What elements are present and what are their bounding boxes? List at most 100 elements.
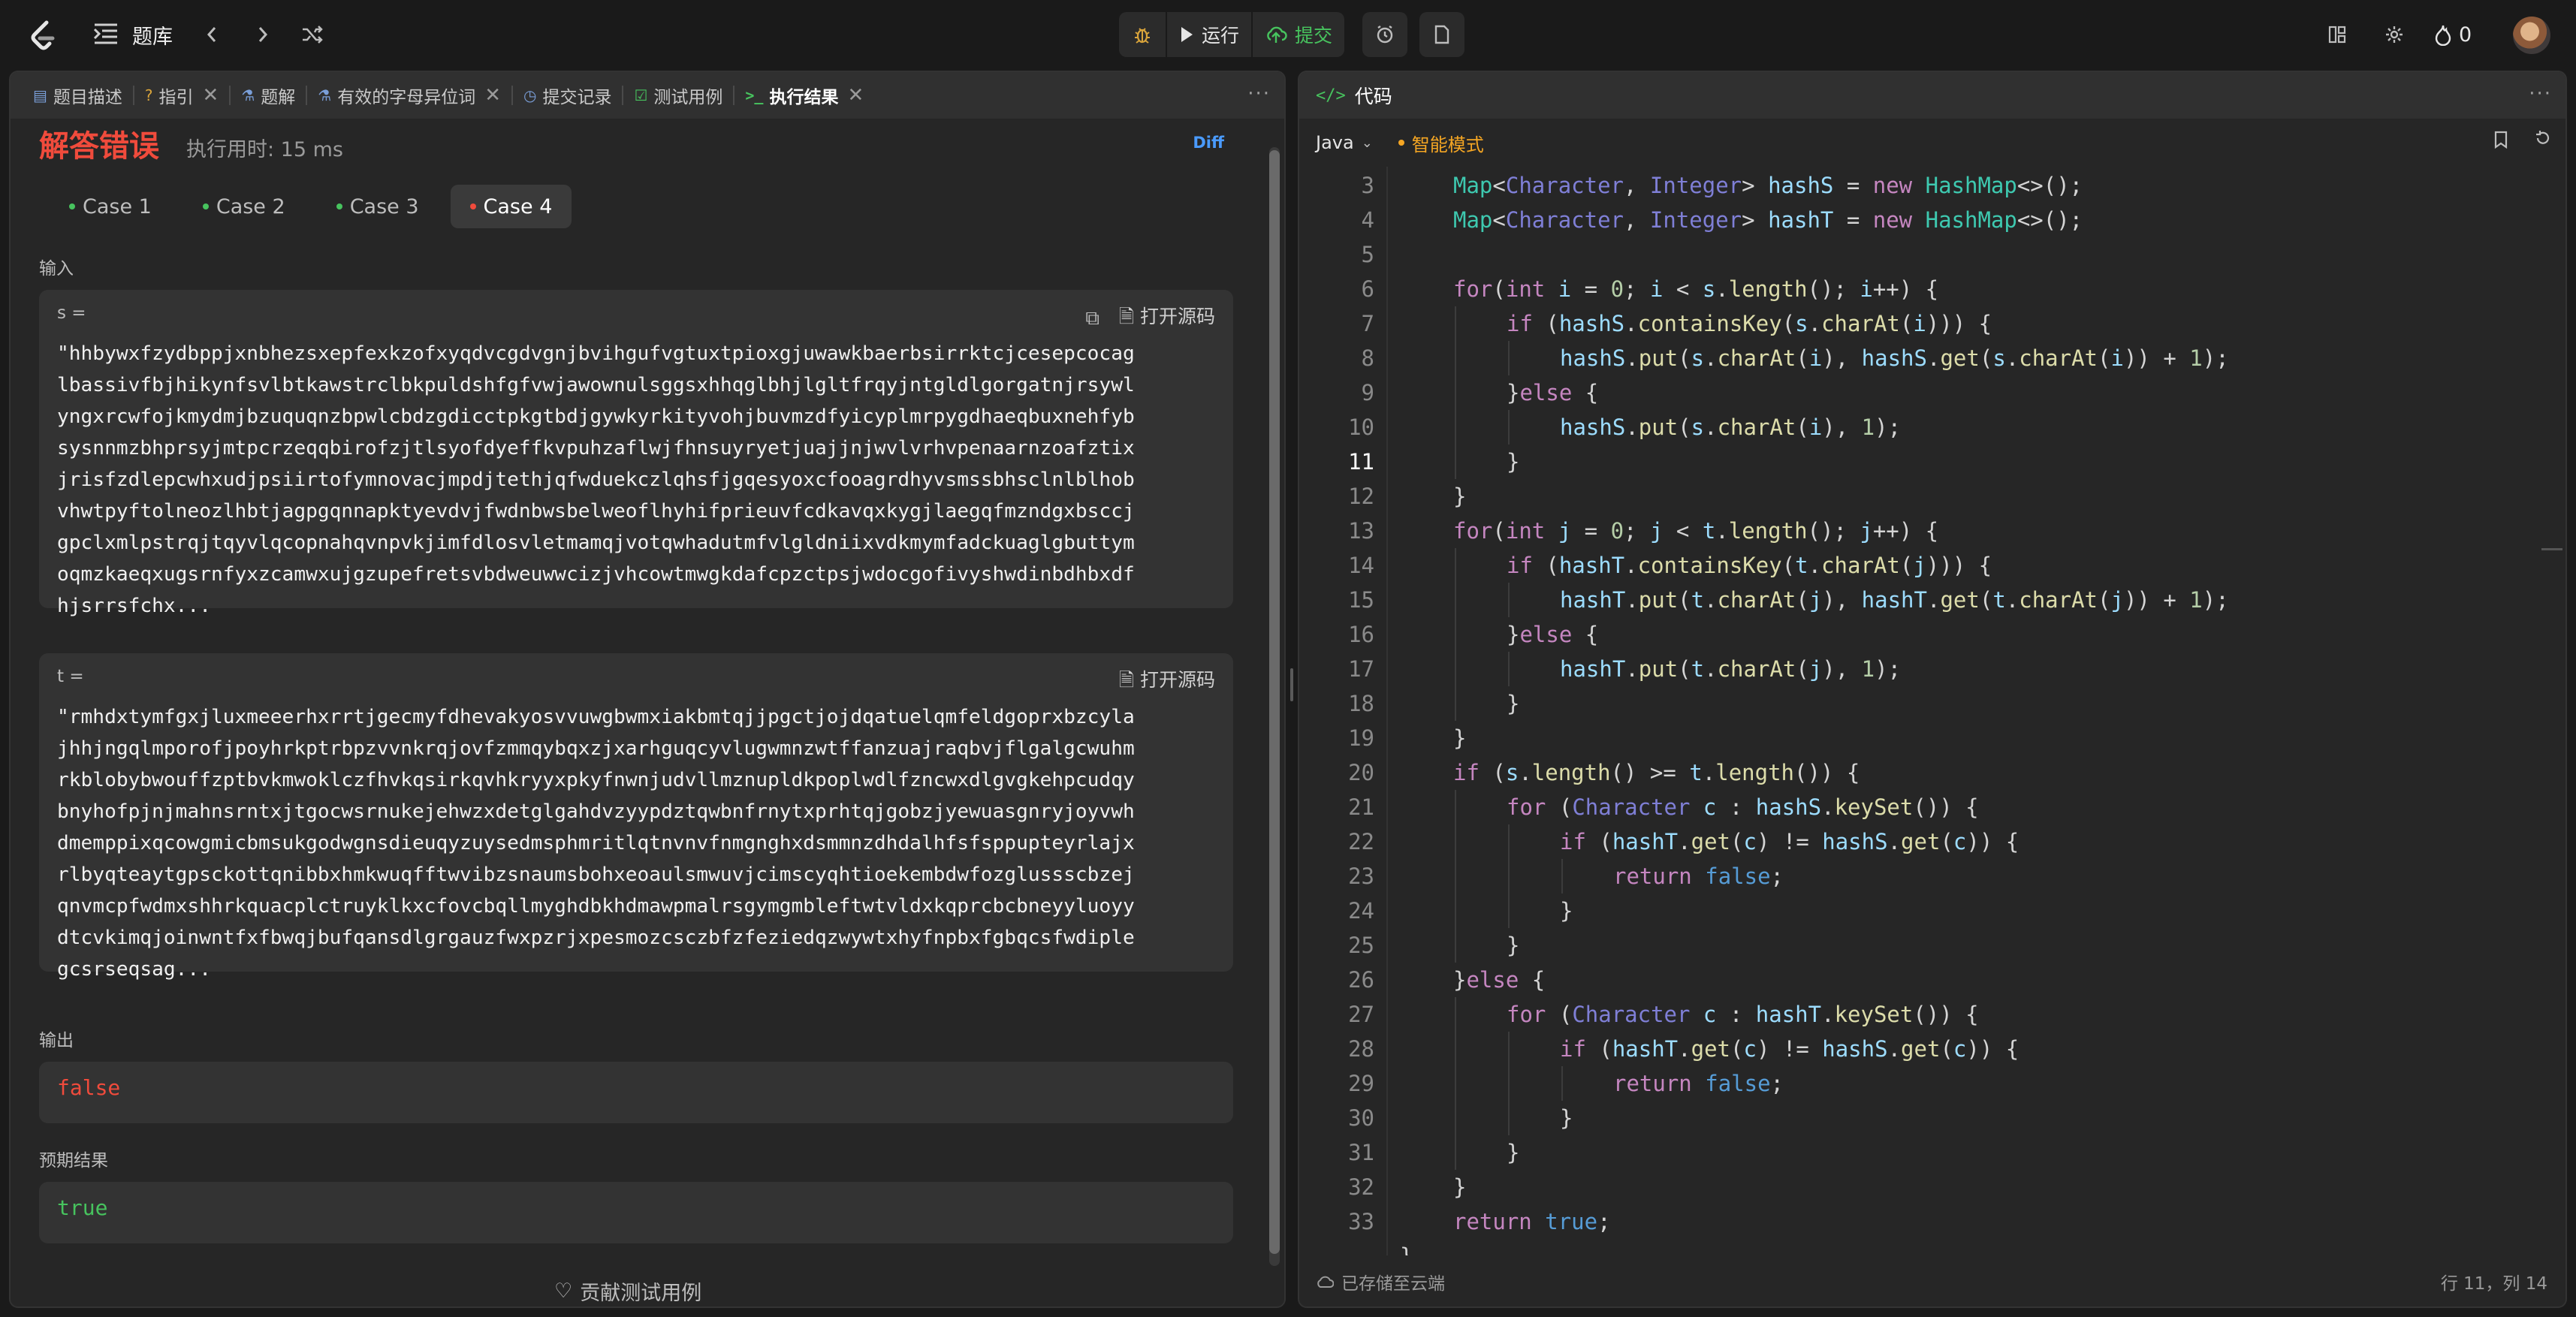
code-line[interactable]: 16}else {	[1299, 617, 2565, 652]
code-line[interactable]: 21 for (Character c : hashS.keySet()) {	[1299, 790, 2565, 824]
save-status-label: 已存储至云端	[1341, 1274, 1445, 1294]
tab-label: 有效的字母异位词	[337, 88, 476, 107]
contribute-testcase-button[interactable]: ♡ 贡献测试用例	[554, 1276, 701, 1306]
tab-submissions[interactable]: ◷ 提交记录	[516, 72, 619, 119]
code-line[interactable]: 33 return true;	[1299, 1204, 2565, 1239]
settings-button[interactable]	[2378, 18, 2411, 51]
indent-guide	[1455, 410, 1456, 445]
indent-guide	[1508, 583, 1510, 617]
indent-guide	[1455, 1101, 1456, 1135]
code-line[interactable]: 22 if (hashT.get(c) != hashS.get(c)) {	[1299, 824, 2565, 859]
tab-solutions[interactable]: ⚗ 题解	[234, 72, 303, 119]
close-icon[interactable]: ✕	[847, 84, 864, 107]
tab-label: 执行结果	[769, 88, 839, 107]
timer-button[interactable]	[1362, 12, 1407, 57]
code-line[interactable]: 19}	[1299, 721, 2565, 755]
code-line[interactable]: 15 hashT.put(t.charAt(j), hashT.get(t.cha…	[1299, 583, 2565, 617]
tab-description[interactable]: ▤ 题目描述	[26, 72, 130, 119]
code-text: return true;	[1453, 1209, 1611, 1234]
code-line[interactable]: 13 for(int j = 0; j < t.length(); j++) {	[1299, 514, 2565, 548]
layout-button[interactable]	[2321, 18, 2354, 51]
tab-guide[interactable]: ? 指引 ✕	[137, 72, 226, 119]
case-tab-3[interactable]: Case 3	[317, 185, 439, 228]
copy-icon[interactable]: ⧉	[1085, 307, 1099, 330]
leetcode-logo-icon[interactable]	[26, 18, 60, 53]
heart-icon: ♡	[554, 1279, 573, 1303]
random-problem-button[interactable]	[294, 17, 330, 53]
code-line[interactable]: 31}	[1299, 1135, 2565, 1170]
code-line[interactable]: 11}	[1299, 445, 2565, 479]
next-problem-button[interactable]	[245, 17, 281, 53]
open-source-button[interactable]: 🗎 打开源码	[1119, 302, 1215, 335]
tab-results[interactable]: >_ 执行结果 ✕	[738, 72, 871, 119]
user-avatar[interactable]	[2513, 17, 2550, 54]
language-select[interactable]: Java ⌄	[1316, 132, 1373, 153]
run-button[interactable]: 运行	[1167, 12, 1251, 57]
line-number: 5	[1361, 242, 1374, 267]
mode-dot	[1398, 140, 1404, 146]
code-line[interactable]: 23 return false;	[1299, 859, 2565, 894]
code-line[interactable]: }	[1299, 1239, 2565, 1255]
code-line[interactable]: 25}	[1299, 928, 2565, 963]
shuffle-icon	[303, 26, 323, 44]
panel-resize-handle[interactable]	[1290, 668, 1293, 701]
value-line: dtcvkimqjoinwntfxfbwqjbufqansdlgrgauzfwx…	[57, 927, 1135, 949]
value-line: vhwtpyftolneozlhbtjagpgqnnapktyevdvjfwdn…	[57, 500, 1135, 523]
close-icon[interactable]: ✕	[484, 84, 501, 107]
code-line[interactable]: 28 if (hashT.get(c) != hashS.get(c)) {	[1299, 1032, 2565, 1066]
tab-testcases[interactable]: ☑ 测试用例	[626, 72, 730, 119]
diff-toggle[interactable]: Diff	[1193, 134, 1224, 152]
open-source-button[interactable]: 🗎 打开源码	[1119, 665, 1215, 698]
code-line[interactable]: 4 Map<Character, Integer> hashT = new Has…	[1299, 203, 2565, 237]
code-line[interactable]: 29 return false;	[1299, 1066, 2565, 1101]
code-line[interactable]: 18}	[1299, 686, 2565, 721]
code-line[interactable]: 32}	[1299, 1170, 2565, 1204]
result-panel: ▤ 题目描述 ? 指引 ✕ ⚗ 题解 ⚗ 有效的字母异位词 ✕ ◷ 提交记录 ☑…	[9, 71, 1286, 1308]
bookmark-icon[interactable]	[2493, 131, 2508, 153]
problem-list-button[interactable]: 题库	[92, 17, 173, 53]
line-number: 24	[1348, 898, 1374, 924]
line-number: 7	[1361, 311, 1374, 336]
line-number: 9	[1361, 380, 1374, 405]
more-options-icon[interactable]: ···	[2529, 83, 2552, 105]
notes-button[interactable]	[1419, 12, 1464, 57]
code-line[interactable]: 30}	[1299, 1101, 2565, 1135]
history-icon: ◷	[523, 86, 537, 104]
code-line[interactable]: 3 Map<Character, Integer> hashS = new Has…	[1299, 168, 2565, 203]
expected-value: true	[57, 1195, 108, 1220]
more-options-icon[interactable]: ···	[1247, 83, 1271, 105]
submit-button[interactable]: 提交	[1253, 12, 1344, 57]
previous-problem-button[interactable]	[194, 17, 230, 53]
code-line[interactable]: 24}	[1299, 894, 2565, 928]
line-number: 30	[1348, 1105, 1374, 1131]
code-line[interactable]: 17 hashT.put(t.charAt(j), 1);	[1299, 652, 2565, 686]
code-line[interactable]: 10 hashS.put(s.charAt(i), 1);	[1299, 410, 2565, 445]
code-text: }	[1400, 1239, 1413, 1255]
alarm-clock-icon	[1377, 26, 1393, 44]
smart-mode-toggle[interactable]: 智能模式	[1398, 130, 1484, 156]
indent-guide	[1508, 410, 1510, 445]
scrollbar-thumb[interactable]	[1269, 150, 1280, 1254]
code-line[interactable]: 5	[1299, 237, 2565, 272]
streak-counter[interactable]: 0	[2433, 18, 2472, 51]
case-tab-2[interactable]: Case 2	[183, 185, 305, 228]
debug-button[interactable]	[1119, 12, 1166, 57]
close-icon[interactable]: ✕	[203, 84, 219, 107]
code-line[interactable]: 8 hashS.put(s.charAt(i), hashS.get(s.char…	[1299, 341, 2565, 375]
code-line[interactable]: 27 for (Character c : hashT.keySet()) {	[1299, 997, 2565, 1032]
code-text: }else {	[1507, 622, 1599, 647]
help-circle-icon: ?	[144, 86, 153, 104]
code-line[interactable]: 6 for(int i = 0; i < s.length(); i++) {	[1299, 272, 2565, 306]
tab-solution-article[interactable]: ⚗ 有效的字母异位词 ✕	[310, 72, 508, 119]
reset-code-icon[interactable]	[2534, 129, 2552, 152]
code-line[interactable]: 26}else {	[1299, 963, 2565, 997]
case-tab-4[interactable]: Case 4	[450, 185, 572, 228]
box-tools: 🗎 打开源码	[1119, 665, 1215, 698]
code-line[interactable]: 9}else {	[1299, 375, 2565, 410]
code-line[interactable]: 12}	[1299, 479, 2565, 514]
code-line[interactable]: 20 if (s.length() >= t.length()) {	[1299, 755, 2565, 790]
code-editor[interactable]: 3 Map<Character, Integer> hashS = new Has…	[1299, 167, 2565, 1255]
case-tab-1[interactable]: Case 1	[50, 185, 171, 228]
code-line[interactable]: 7 if (hashS.containsKey(s.charAt(i))) {	[1299, 306, 2565, 341]
code-line[interactable]: 14 if (hashT.containsKey(t.charAt(j))) {	[1299, 548, 2565, 583]
